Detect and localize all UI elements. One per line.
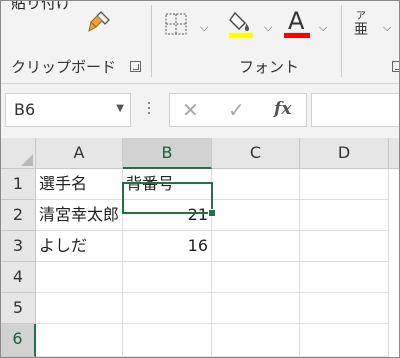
- name-box-value: B6: [14, 100, 36, 119]
- formula-buttons: ✕ ✓ fx: [169, 93, 307, 127]
- cell-c5[interactable]: [212, 293, 300, 324]
- row-header-6[interactable]: 6: [1, 324, 36, 357]
- row-header-2[interactable]: 2: [1, 200, 36, 231]
- phonetic-guide-icon[interactable]: ア 亜: [354, 7, 374, 38]
- enter-icon[interactable]: ✓: [228, 98, 245, 122]
- column-header-a[interactable]: A: [36, 138, 123, 169]
- cell-b5[interactable]: [123, 293, 212, 324]
- cell-d4[interactable]: [300, 262, 389, 293]
- insert-function-button[interactable]: fx: [274, 99, 291, 119]
- excel-window: 貼り付け クリップボード ⌵ ⌵ A ⌵ ア 亜 ⌵ フォント B6 ▼ ✕ ✓…: [0, 0, 400, 358]
- resize-handle-icon[interactable]: [148, 102, 151, 118]
- phonetic-dropdown-icon[interactable]: ⌵: [383, 21, 391, 35]
- borders-icon[interactable]: [165, 13, 187, 35]
- name-box-dropdown-icon[interactable]: ▼: [116, 103, 124, 114]
- cell-d6[interactable]: [300, 324, 389, 357]
- cell-b6[interactable]: [123, 324, 212, 357]
- formula-bar: B6 ▼ ✕ ✓ fx: [1, 84, 399, 138]
- group-separator: [341, 5, 342, 77]
- formula-input[interactable]: [311, 93, 399, 127]
- cell-b4[interactable]: [123, 262, 212, 293]
- cell-a4[interactable]: [36, 262, 123, 293]
- fill-color-dropdown-icon[interactable]: ⌵: [264, 21, 272, 35]
- clipboard-group-label: クリップボード: [11, 58, 117, 76]
- cell-d3[interactable]: [300, 231, 389, 262]
- active-cell-border[interactable]: [122, 182, 213, 214]
- cell-a1[interactable]: 選手名: [36, 169, 123, 200]
- group-separator: [151, 5, 152, 77]
- clipboard-launcher-icon[interactable]: [130, 61, 141, 72]
- cell-a2[interactable]: 清宮幸太郎: [36, 200, 123, 231]
- cancel-icon[interactable]: ✕: [182, 98, 199, 122]
- row-header-3[interactable]: 3: [1, 231, 36, 262]
- cell-d2[interactable]: [300, 200, 389, 231]
- font-color-dropdown-icon[interactable]: ⌵: [319, 21, 327, 35]
- paste-label[interactable]: 貼り付け: [11, 1, 71, 13]
- font-group-label: フォント: [239, 58, 300, 76]
- cell-c4[interactable]: [212, 262, 300, 293]
- cell-a5[interactable]: [36, 293, 123, 324]
- font-color-letter: A: [288, 7, 305, 35]
- row-header-1[interactable]: 1: [1, 169, 36, 200]
- column-header-c[interactable]: C: [212, 138, 300, 169]
- row-header-5[interactable]: 5: [1, 293, 36, 324]
- format-painter-icon[interactable]: [87, 9, 113, 35]
- select-all-button[interactable]: [1, 138, 36, 169]
- column-header-d[interactable]: D: [300, 138, 389, 169]
- font-color-swatch: [284, 33, 310, 38]
- column-header-b[interactable]: B: [123, 138, 212, 169]
- cell-c2[interactable]: [212, 200, 300, 231]
- ribbon: 貼り付け クリップボード ⌵ ⌵ A ⌵ ア 亜 ⌵ フォント: [1, 1, 399, 84]
- row-header-4[interactable]: 4: [1, 262, 36, 293]
- borders-dropdown-icon[interactable]: ⌵: [200, 21, 208, 35]
- cell-d5[interactable]: [300, 293, 389, 324]
- worksheet-grid: A B C D 1 2 3 4 5 6 選手名 背番号 清宮幸太郎 21 よしだ…: [1, 138, 399, 357]
- column-header-partial[interactable]: [389, 138, 399, 169]
- cell-d1[interactable]: [300, 169, 389, 200]
- cell-b3[interactable]: 16: [123, 231, 212, 262]
- font-color-icon[interactable]: A: [284, 7, 310, 39]
- cell-c1[interactable]: [212, 169, 300, 200]
- cell-a3[interactable]: よしだ: [36, 231, 123, 262]
- phonetic-bottom-text: 亜: [354, 22, 368, 38]
- fill-handle[interactable]: [208, 209, 216, 217]
- cell-c3[interactable]: [212, 231, 300, 262]
- name-box[interactable]: B6 ▼: [5, 93, 131, 127]
- cell-a6[interactable]: [36, 324, 123, 357]
- font-launcher-icon[interactable]: [392, 61, 399, 72]
- cell-c6[interactable]: [212, 324, 300, 357]
- fill-color-icon[interactable]: [227, 9, 255, 39]
